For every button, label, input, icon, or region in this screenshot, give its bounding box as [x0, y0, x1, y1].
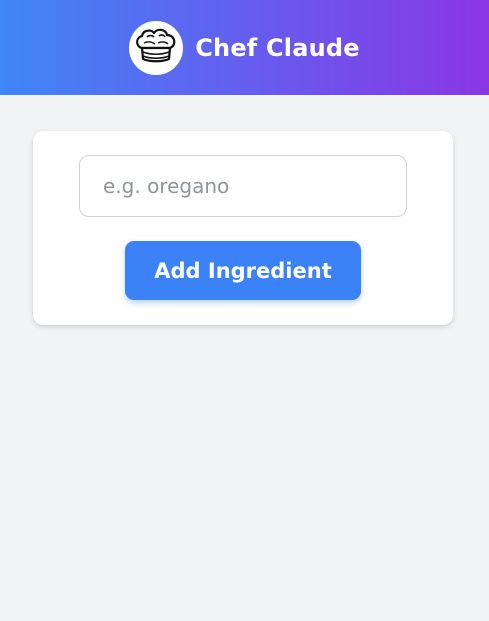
app-header: Chef Claude [0, 0, 489, 95]
add-ingredient-card: Add Ingredient [33, 131, 453, 325]
brand: Chef Claude [129, 20, 360, 75]
chef-hat-icon [129, 20, 184, 75]
app-title: Chef Claude [195, 33, 360, 62]
add-ingredient-button[interactable]: Add Ingredient [125, 241, 361, 300]
ingredient-input[interactable] [79, 155, 407, 217]
